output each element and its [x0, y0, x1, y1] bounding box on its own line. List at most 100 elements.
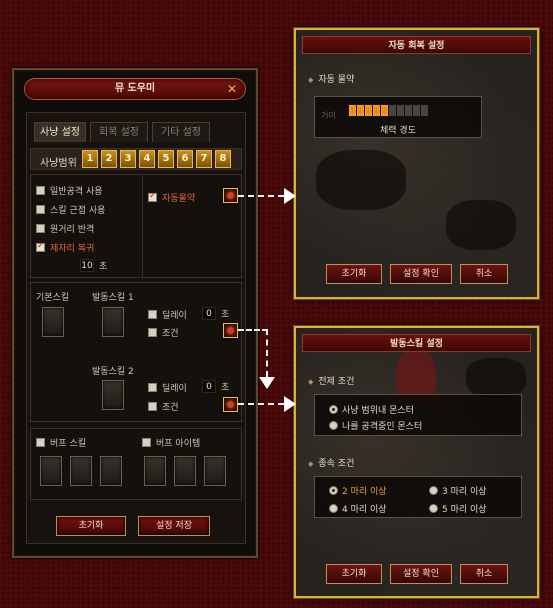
subcondition-label-3: 4 마리 이상 — [342, 505, 387, 515]
skill1-condition-gear-icon[interactable] — [223, 323, 238, 338]
activation-reset-button[interactable]: 초기화 — [326, 564, 382, 584]
skill1-delay-checkbox[interactable] — [148, 310, 157, 319]
buff-skill-checkbox[interactable] — [36, 438, 45, 447]
recovery-reset-button[interactable]: 초기화 — [326, 264, 382, 284]
subcondition-option-1[interactable]: 2 마리 이상 — [329, 484, 387, 497]
arrow-right-icon — [284, 396, 296, 412]
buff-item-slot-2[interactable] — [174, 456, 196, 486]
gauge-segment — [373, 105, 380, 116]
skill2-condition-gear-icon[interactable] — [223, 397, 238, 412]
activation-cancel-button[interactable]: 취소 — [460, 564, 508, 584]
buff-skill-option[interactable]: 버프 스킬 — [36, 436, 86, 449]
activation-confirm-button[interactable]: 설정 확인 — [390, 564, 452, 584]
precondition-radio-2[interactable] — [329, 421, 338, 430]
skill2-delay-unit: 초 — [221, 383, 230, 393]
precondition-option-1[interactable]: 사냥 범위내 몬스터 — [329, 403, 414, 416]
auto-potion-checkbox[interactable] — [148, 191, 157, 202]
buff-item-slot-3[interactable] — [204, 456, 226, 486]
subcondition-radio-3[interactable] — [329, 504, 338, 513]
skill2-delay-label: 딜레이 — [162, 384, 187, 394]
basic-attack-option[interactable]: 일반공격 사용 — [36, 184, 103, 197]
buff-item-option[interactable]: 버프 아이템 — [142, 436, 200, 449]
gauge-segment — [357, 105, 364, 116]
save-settings-button[interactable]: 설정 저장 — [138, 516, 210, 536]
subcondition-radio-4[interactable] — [429, 504, 438, 513]
long-counter-checkbox[interactable] — [36, 224, 45, 233]
potion-settings-gear-icon[interactable] — [223, 188, 238, 203]
gauge-segment — [365, 105, 372, 116]
activation-skill-1-slot[interactable] — [102, 307, 124, 337]
window-title: 뮤 도우미 — [114, 83, 156, 94]
tab-other-settings[interactable]: 기타 설정 — [152, 122, 210, 142]
recovery-cancel-button[interactable]: 취소 — [460, 264, 508, 284]
return-spot-checkbox[interactable] — [36, 241, 45, 252]
range-button-7[interactable]: 7 — [196, 150, 212, 168]
gauge-label: 체력 경도 — [380, 126, 416, 136]
subcondition-title: 종속 조건 — [308, 456, 354, 469]
precondition-radio-1[interactable] — [329, 405, 338, 414]
precondition-option-2[interactable]: 나를 공격중인 몬스터 — [329, 419, 422, 432]
range-button-8[interactable]: 8 — [215, 150, 231, 168]
range-button-1[interactable]: 1 — [82, 150, 98, 168]
subcondition-option-3[interactable]: 4 마리 이상 — [329, 502, 387, 515]
skill-close-option[interactable]: 스킬 근접 사용 — [36, 203, 105, 216]
recovery-confirm-button[interactable]: 설정 확인 — [390, 264, 452, 284]
buff-skill-slot-1[interactable] — [40, 456, 62, 486]
range-button-4[interactable]: 4 — [139, 150, 155, 168]
gauge-segment — [381, 105, 388, 116]
skill2-delay-option[interactable]: 딜레이 — [148, 381, 187, 394]
skill2-delay-checkbox[interactable] — [148, 383, 157, 392]
skill1-delay-input[interactable]: 0 — [202, 307, 216, 320]
subcondition-option-2[interactable]: 3 마리 이상 — [429, 484, 487, 497]
range-button-3[interactable]: 3 — [120, 150, 136, 168]
subcondition-box: 2 마리 이상 3 마리 이상 4 마리 이상 5 마리 이상 — [314, 476, 522, 518]
skill1-delay-label: 딜레이 — [162, 311, 187, 321]
precondition-title: 전제 조건 — [308, 374, 354, 387]
skill2-condition-option[interactable]: 조건 — [148, 400, 179, 413]
precondition-label-1: 사냥 범위내 몬스터 — [342, 406, 414, 416]
gauge-left-label: 거미 — [321, 111, 336, 120]
close-icon[interactable]: ✕ — [227, 82, 237, 96]
precondition-box: 사냥 범위내 몬스터 나를 공격중인 몬스터 — [314, 394, 522, 436]
skill2-delay-input[interactable]: 0 — [202, 380, 216, 393]
buff-item-slot-1[interactable] — [144, 456, 166, 486]
basic-attack-checkbox[interactable] — [36, 186, 45, 195]
basic-skill-slot[interactable] — [42, 307, 64, 337]
return-time-input[interactable]: 10 — [80, 259, 94, 272]
arrow-right-icon — [284, 188, 296, 204]
activation-skill-2-slot[interactable] — [102, 380, 124, 410]
buff-skill-slot-2[interactable] — [70, 456, 92, 486]
skill1-delay-option[interactable]: 딜레이 — [148, 308, 187, 321]
return-spot-option[interactable]: 제자리 복귀 — [36, 241, 94, 254]
reset-button[interactable]: 초기화 — [56, 516, 126, 536]
range-button-6[interactable]: 6 — [177, 150, 193, 168]
long-counter-option[interactable]: 원거리 반격 — [36, 222, 94, 235]
range-button-2[interactable]: 2 — [101, 150, 117, 168]
hp-threshold-slider[interactable] — [349, 105, 449, 117]
hunt-range-label: 사냥범위 — [40, 158, 77, 169]
section-divider — [142, 174, 143, 278]
subcondition-radio-2[interactable] — [429, 486, 438, 495]
subcondition-option-4[interactable]: 5 마리 이상 — [429, 502, 487, 515]
buff-skill-slot-3[interactable] — [100, 456, 122, 486]
activation-skill-1-label: 발동스킬 1 — [92, 293, 134, 303]
auto-potion-section-title: 자동 물약 — [308, 72, 354, 85]
range-button-5[interactable]: 5 — [158, 150, 174, 168]
tab-hunt-settings[interactable]: 사냥 설정 — [34, 122, 86, 142]
window-title-bar[interactable]: 뮤 도우미 ✕ — [24, 78, 246, 100]
skill1-condition-option[interactable]: 조건 — [148, 326, 179, 339]
gauge-segment — [421, 105, 428, 116]
auto-potion-option[interactable]: 자동물약 — [148, 191, 195, 204]
skill1-condition-checkbox[interactable] — [148, 328, 157, 337]
skill2-condition-checkbox[interactable] — [148, 402, 157, 411]
callout-line-skill1-vertical — [266, 329, 268, 377]
buff-item-label: 버프 아이템 — [156, 439, 201, 449]
subcondition-radio-1[interactable] — [329, 486, 338, 495]
mu-helper-window: 뮤 도우미 ✕ 사냥 설정 회복 설정 기타 설정 사냥범위 1 2 3 4 5… — [12, 68, 258, 558]
skill-close-checkbox[interactable] — [36, 205, 45, 214]
gauge-segment — [397, 105, 404, 116]
buff-item-checkbox[interactable] — [142, 438, 151, 447]
tab-recovery-settings[interactable]: 회복 설정 — [90, 122, 148, 142]
background-shadow — [446, 200, 516, 250]
callout-line-skill2 — [238, 403, 284, 405]
